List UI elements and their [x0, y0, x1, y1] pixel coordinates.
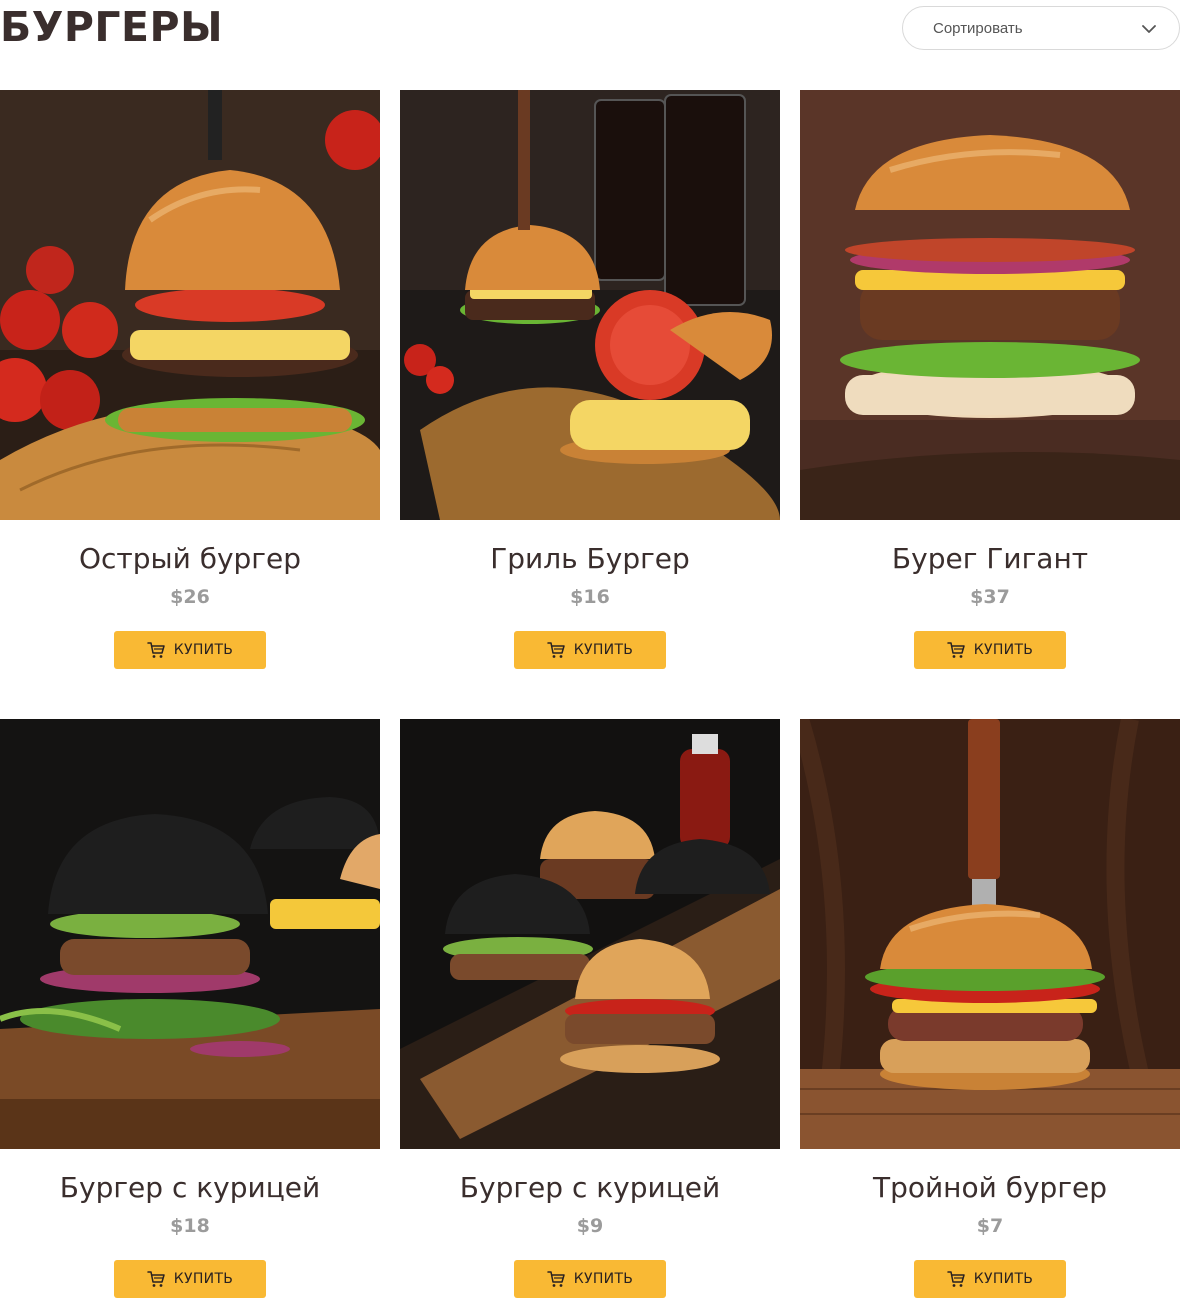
buy-button-label: КУПИТЬ: [573, 642, 634, 658]
product-card: Бургер с курицей $18 КУПИТЬ: [0, 719, 380, 1298]
page-title: БУРГЕРЫ: [0, 3, 224, 51]
shopping-cart-icon: [547, 1271, 565, 1287]
product-price: $9: [576, 1215, 604, 1237]
product-card: Бурег Гигант $37 КУПИТЬ: [800, 90, 1180, 669]
shopping-cart-icon: [147, 642, 165, 658]
product-title[interactable]: Бургер с курицей: [0, 1168, 380, 1208]
product-card: Бургер с курицей $9 КУПИТЬ: [400, 719, 780, 1298]
shopping-cart-icon: [547, 642, 565, 658]
product-image[interactable]: [400, 90, 780, 520]
product-image[interactable]: [0, 90, 380, 520]
buy-button[interactable]: КУПИТЬ: [114, 631, 266, 669]
chevron-down-icon: [1142, 25, 1156, 33]
buy-button[interactable]: КУПИТЬ: [514, 631, 666, 669]
product-price: $26: [170, 586, 210, 608]
sort-select-label: Сортировать: [933, 20, 1023, 37]
product-price: $7: [976, 1215, 1004, 1237]
buy-button-label: КУПИТЬ: [573, 1271, 634, 1287]
buy-button-label: КУПИТЬ: [173, 1271, 234, 1287]
buy-button[interactable]: КУПИТЬ: [914, 631, 1066, 669]
shopping-cart-icon: [947, 642, 965, 658]
product-image[interactable]: [800, 719, 1180, 1149]
product-title[interactable]: Острый бургер: [0, 539, 380, 579]
buy-button[interactable]: КУПИТЬ: [514, 1260, 666, 1298]
product-image[interactable]: [0, 719, 380, 1149]
product-title[interactable]: Бургер с курицей: [400, 1168, 780, 1208]
product-title[interactable]: Бурег Гигант: [800, 539, 1180, 579]
product-price: $18: [170, 1215, 210, 1237]
shopping-cart-icon: [947, 1271, 965, 1287]
sort-select[interactable]: Сортировать: [902, 6, 1180, 50]
buy-button-label: КУПИТЬ: [173, 642, 234, 658]
buy-button[interactable]: КУПИТЬ: [914, 1260, 1066, 1298]
buy-button-label: КУПИТЬ: [973, 642, 1034, 658]
product-image[interactable]: [400, 719, 780, 1149]
product-price: $37: [970, 586, 1010, 608]
product-card: Острый бургер $26 КУПИТЬ: [0, 90, 380, 669]
product-card: Тройной бургер $7 КУПИТЬ: [800, 719, 1180, 1298]
shopping-cart-icon: [147, 1271, 165, 1287]
product-price: $16: [570, 586, 610, 608]
product-grid: Острый бургер $26 КУПИТЬ Гриль Бургер $1…: [0, 90, 1181, 1298]
buy-button[interactable]: КУПИТЬ: [114, 1260, 266, 1298]
product-title[interactable]: Тройной бургер: [800, 1168, 1180, 1208]
product-image[interactable]: [800, 90, 1180, 520]
buy-button-label: КУПИТЬ: [973, 1271, 1034, 1287]
product-card: Гриль Бургер $16 КУПИТЬ: [400, 90, 780, 669]
product-title[interactable]: Гриль Бургер: [400, 539, 780, 579]
